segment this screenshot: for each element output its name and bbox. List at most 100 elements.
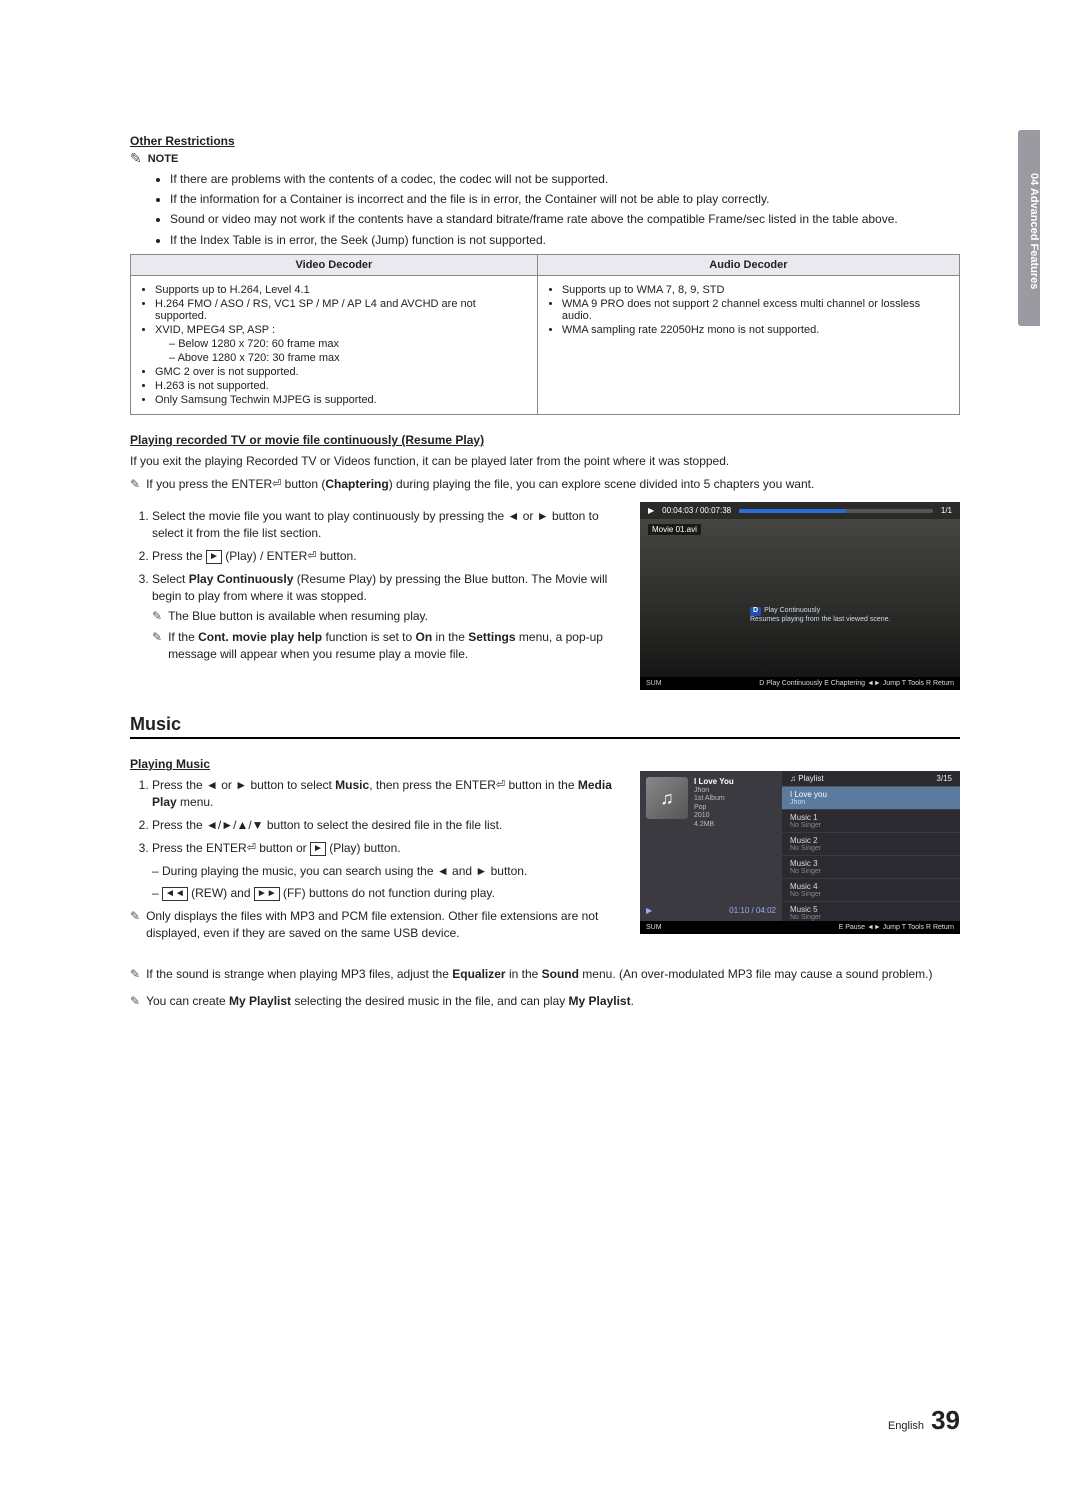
- step: Select Play Continuously (Resume Play) b…: [152, 571, 620, 663]
- playlist-label: ♫ Playlist: [790, 774, 824, 783]
- t: If you press the ENTER: [146, 477, 272, 491]
- t: button in the: [505, 778, 578, 792]
- t: My Playlist: [229, 994, 291, 1008]
- t: Music 2: [790, 836, 818, 845]
- t: Chaptering: [325, 477, 388, 491]
- text: If you press the ENTER⏎ button (Chapteri…: [146, 476, 814, 493]
- video-player-screenshot: ▶ 00:04:03 / 00:07:38 1/1 Movie 01.avi D…: [640, 502, 960, 690]
- page-indicator: 1/1: [941, 506, 952, 515]
- resume-heading: Playing recorded TV or movie file contin…: [130, 433, 960, 447]
- list-item: Below 1280 x 720: 60 frame max: [169, 338, 527, 350]
- list-item: GMC 2 over is not supported.: [155, 366, 527, 378]
- list-item: If there are problems with the contents …: [170, 171, 960, 187]
- text: XVID, MPEG4 SP, ASP :: [155, 324, 275, 336]
- lang-label: English: [888, 1420, 924, 1432]
- s: No Singer: [790, 822, 952, 829]
- t: Settings: [468, 630, 515, 644]
- t: in the: [506, 967, 542, 981]
- list-item: Only Samsung Techwin MJPEG is supported.: [155, 394, 527, 406]
- t: Cont. movie play help: [198, 630, 322, 644]
- t: My Playlist: [569, 994, 631, 1008]
- t: (REW) and: [188, 886, 254, 900]
- enter-icon: ⏎: [247, 841, 256, 856]
- t: If the: [168, 630, 198, 644]
- t: You can create My Playlist selecting the…: [146, 993, 634, 1010]
- list-item: I Love youJhon: [782, 787, 960, 810]
- list-item: H.263 is not supported.: [155, 380, 527, 392]
- music-steps: Press the ◄ or ► button to select Music,…: [134, 777, 620, 902]
- th-video: Video Decoder: [131, 254, 538, 275]
- note-label: NOTE: [148, 153, 179, 165]
- t: Press the: [152, 549, 206, 563]
- hint-bar: E Pause ◄► Jump T Tools R Return: [839, 924, 954, 931]
- t: (Play) button.: [326, 841, 401, 855]
- th-audio: Audio Decoder: [537, 254, 959, 275]
- t: Music 3: [790, 859, 818, 868]
- t: selecting the desired music in the file,…: [291, 994, 569, 1008]
- t: You can create: [146, 994, 229, 1008]
- list-item: WMA sampling rate 22050Hz mono is not su…: [562, 324, 949, 336]
- now-playing-artist: Jhon: [694, 787, 734, 795]
- step: Press the ENTER⏎ button or ► (Play) butt…: [152, 840, 620, 902]
- list-item: Music 5No Singer: [782, 902, 960, 921]
- note-icon: ✎: [152, 608, 162, 625]
- t: , then press the ENTER: [369, 778, 496, 792]
- t: button or: [256, 841, 310, 855]
- t: (FF) buttons do not function during play…: [280, 886, 495, 900]
- note-row: ✎ NOTE: [130, 150, 960, 167]
- step: Press the ◄ or ► button to select Music,…: [152, 777, 620, 811]
- list-item: H.264 FMO / ASO / RS, VC1 SP / MP / AP L…: [155, 298, 527, 322]
- t: Only displays the files with MP3 and PCM…: [146, 908, 620, 942]
- note-icon: ✎: [130, 150, 142, 167]
- ff-icon: ►►: [254, 887, 280, 901]
- t: ) during playing the file, you can explo…: [389, 477, 815, 491]
- t: button (: [281, 477, 325, 491]
- list-item: Supports up to WMA 7, 8, 9, STD: [562, 284, 949, 296]
- t: If the Cont. movie play help function is…: [168, 629, 620, 663]
- enter-icon: ⏎: [272, 477, 281, 492]
- music-heading: Music: [130, 714, 960, 739]
- size: 4.2MB: [694, 821, 734, 829]
- t: menu. (An over-modulated MP3 file may ca…: [579, 967, 933, 981]
- s: No Singer: [790, 914, 952, 921]
- now-playing-title: I Love You: [694, 777, 734, 787]
- enter-icon: ⏎: [307, 549, 316, 564]
- t: If the sound is strange when playing MP3…: [146, 967, 452, 981]
- resume-steps: Select the movie file you want to play c…: [134, 508, 620, 662]
- s: No Singer: [790, 868, 952, 875]
- other-restrictions-heading: Other Restrictions: [130, 134, 960, 148]
- t: (Play) / ENTER: [222, 549, 307, 563]
- album: 1st Album: [694, 795, 734, 803]
- restrictions-list: If there are problems with the contents …: [170, 171, 960, 248]
- count: 3/15: [936, 774, 952, 783]
- year: 2010: [694, 812, 734, 820]
- resume-intro: If you exit the playing Recorded TV or V…: [130, 453, 960, 470]
- sum-label: SUM: [646, 680, 662, 687]
- t: Sound: [542, 967, 579, 981]
- s: No Singer: [790, 845, 952, 852]
- tip-body: Resumes playing from the last viewed sce…: [750, 616, 890, 623]
- tooltip: DPlay Continuously Resumes playing from …: [750, 607, 910, 624]
- s: Jhon: [790, 799, 952, 806]
- time-display: 00:04:03 / 00:07:38: [662, 506, 731, 515]
- page-content: Other Restrictions ✎ NOTE If there are p…: [0, 0, 1080, 1079]
- t: On: [416, 630, 433, 644]
- t: The Blue button is available when resumi…: [168, 608, 428, 625]
- list-item: During playing the music, you can search…: [152, 863, 620, 880]
- play-icon: ►: [206, 550, 222, 564]
- t: Select: [152, 572, 189, 586]
- file-label: Movie 01.avi: [648, 524, 701, 535]
- note-icon: ✎: [130, 966, 140, 983]
- t: Play Continuously: [189, 572, 294, 586]
- time-display: 01:10 / 04:02: [729, 906, 776, 915]
- sum-label: SUM: [646, 924, 662, 931]
- t: Press the ENTER: [152, 841, 247, 855]
- list-item: If the Index Table is in error, the Seek…: [170, 232, 960, 248]
- s: No Singer: [790, 891, 952, 898]
- t: I Love you: [790, 790, 827, 799]
- hint-bar: D Play Continuously E Chaptering ◄► Jump…: [759, 680, 954, 687]
- t: Equalizer: [452, 967, 505, 981]
- list-item: Sound or video may not work if the conte…: [170, 211, 960, 227]
- t: Press the ◄ or ► button to select: [152, 778, 335, 792]
- playing-music-heading: Playing Music: [130, 757, 960, 771]
